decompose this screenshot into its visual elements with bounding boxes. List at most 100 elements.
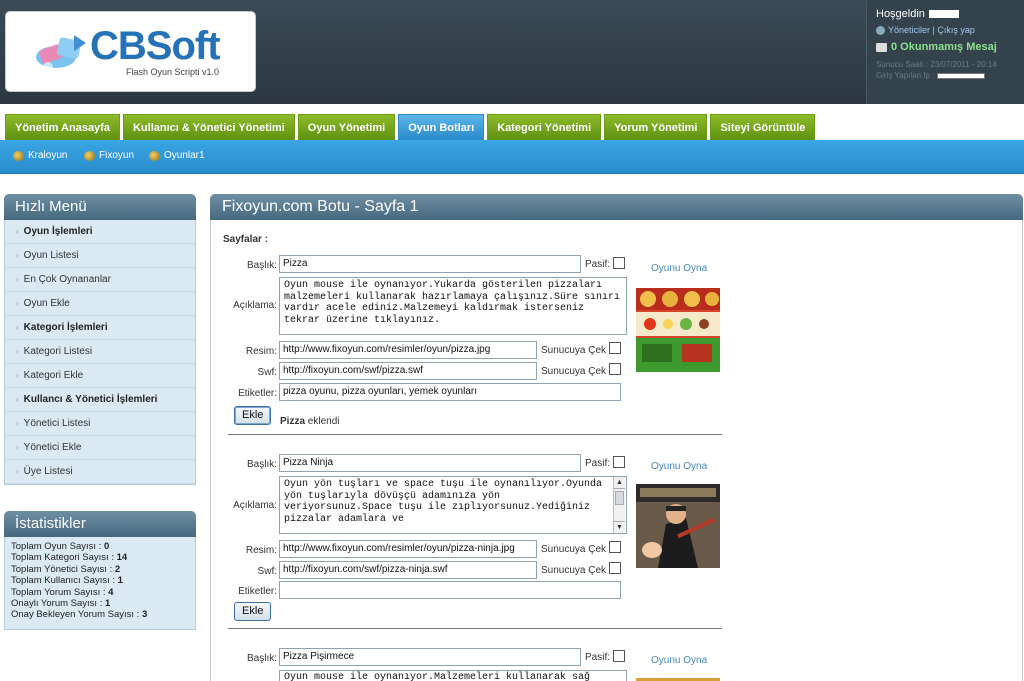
quick-menu-item-label[interactable]: Oyun İşlemleri — [24, 226, 93, 237]
title-input[interactable]: Pizza Ninja — [279, 454, 581, 472]
subnav-label[interactable]: Kraloyun — [28, 150, 67, 161]
quick-menu-item[interactable]: › Yönetici Listesi — [5, 412, 195, 436]
tab-2[interactable]: Oyun Yönetimi — [297, 114, 396, 141]
added-status: Pizza eklendi — [280, 416, 340, 427]
title-input[interactable]: Pizza Pişirmece — [279, 648, 581, 666]
desc-textarea[interactable]: Oyun mouse ile oynanıyor.Yukarda gösteri… — [279, 277, 627, 335]
bot-icon — [149, 150, 160, 161]
subnav-label[interactable]: Fixoyun — [99, 150, 134, 161]
logo-icon — [36, 35, 86, 72]
quick-menu-item[interactable]: › Kategori Ekle — [5, 364, 195, 388]
swf-url-input[interactable]: http://fixoyun.com/swf/pizza-ninja.swf — [279, 561, 537, 579]
image-url-input[interactable]: http://www.fixoyun.com/resimler/oyun/piz… — [279, 341, 537, 359]
quick-menu-item-label[interactable]: Kategori Ekle — [24, 370, 83, 381]
quick-menu-item[interactable]: › Oyun İşlemleri — [5, 220, 195, 244]
tab-3[interactable]: Oyun Botları — [398, 114, 485, 141]
server-time: Sunucu Saati : 23/07/2011 - 20:14 — [876, 60, 997, 70]
chevron-right-icon: › — [16, 371, 19, 380]
desc-scrollbar[interactable]: ▲ ▼ — [613, 477, 625, 533]
desc-textarea[interactable]: Oyun mouse ile oynanıyor.Malzemeleri kul… — [279, 670, 627, 681]
subnav-label[interactable]: Oyunlar1 — [164, 150, 205, 161]
admin-links-text[interactable]: Yöneticiler | Çıkış yap — [888, 25, 975, 35]
subnav-kraloyun[interactable]: Kraloyun — [13, 150, 67, 161]
fetch-image-checkbox[interactable] — [609, 541, 621, 553]
swf-url-input[interactable]: http://fixoyun.com/swf/pizza.swf — [279, 362, 537, 380]
stat-label: Toplam Oyun Sayısı : — [11, 541, 102, 552]
play-game-link[interactable]: Oyunu Oyna — [651, 461, 707, 472]
quick-menu-item[interactable]: › Oyun Ekle — [5, 292, 195, 316]
logo[interactable]: CBSoft Flash Oyun Scripti v1.0 — [5, 11, 256, 92]
quick-menu-item-label[interactable]: Üye Listesi — [24, 466, 73, 477]
title-label: Başlık: — [246, 459, 277, 470]
passive-checkbox[interactable] — [613, 456, 625, 468]
scroll-down-icon[interactable]: ▼ — [614, 521, 625, 533]
quick-menu-item-label[interactable]: Kategori İşlemleri — [24, 322, 108, 333]
title-input[interactable]: Pizza — [279, 255, 581, 273]
stat-label: Toplam Kullanıcı Sayısı : — [11, 575, 116, 587]
fetch-swf-checkbox[interactable] — [609, 363, 621, 375]
quick-menu-item[interactable]: › Yönetici Ekle — [5, 436, 195, 460]
quick-menu-item[interactable]: › Üye Listesi — [5, 460, 195, 484]
tab-6[interactable]: Siteyi Görüntüle — [710, 114, 816, 141]
admin-links[interactable]: Yöneticiler | Çıkış yap — [876, 25, 1024, 36]
unread-messages-text[interactable]: 0 Okunmamış Mesaj — [891, 41, 997, 53]
quick-menu-item-label[interactable]: Yönetici Ekle — [24, 442, 82, 453]
quick-menu-item-label[interactable]: Yönetici Listesi — [24, 418, 91, 429]
chevron-right-icon: › — [16, 395, 19, 404]
quick-menu-item[interactable]: › Kategori Listesi — [5, 340, 195, 364]
added-game-name: Pizza — [280, 416, 306, 427]
fetch-swf-checkbox[interactable] — [609, 562, 621, 574]
greeting: Hoşgeldin — [876, 8, 1024, 22]
scroll-thumb[interactable] — [615, 491, 624, 505]
tab-bar: Yönetim Anasayfa Kullanıcı & Yönetici Yön… — [0, 104, 1024, 141]
page-title: Fixoyun.com Botu - Sayfa 1 — [210, 194, 1023, 220]
tab-1[interactable]: Kullanıcı & Yönetici Yönetimi — [122, 114, 295, 141]
header: CBSoft Flash Oyun Scripti v1.0 Hoşgeldin… — [0, 0, 1024, 104]
chevron-right-icon: › — [16, 467, 19, 476]
title-label: Başlık: — [246, 653, 277, 664]
tab-0[interactable]: Yönetim Anasayfa — [5, 114, 120, 141]
desc-label: Açıklama: — [233, 300, 277, 311]
quick-menu-item-label[interactable]: Kategori Listesi — [24, 346, 92, 357]
inbox-icon — [876, 42, 887, 52]
stats-panel: İstatistikler Toplam Oyun Sayısı : 0 Topl… — [4, 511, 196, 630]
stat-row: Toplam Kategori Sayısı : 14 — [11, 552, 189, 563]
subnav-oyunlar1[interactable]: Oyunlar1 — [149, 150, 205, 161]
quick-menu-item-label[interactable]: En Çok Oynananlar — [24, 274, 111, 285]
image-url-input[interactable]: http://www.fixoyun.com/resimler/oyun/piz… — [279, 540, 537, 558]
stat-value: 14 — [116, 552, 128, 564]
scroll-up-icon[interactable]: ▲ — [614, 477, 625, 489]
play-game-link[interactable]: Oyunu Oyna — [651, 263, 707, 274]
quick-menu-item-label[interactable]: Oyun Ekle — [24, 298, 70, 309]
tab-5[interactable]: Yorum Yönetimi — [604, 114, 708, 141]
main-tabs: Yönetim Anasayfa Kullanıcı & Yönetici Yön… — [5, 114, 816, 141]
unread-messages[interactable]: 0 Okunmamış Mesaj — [876, 41, 1024, 53]
tags-input[interactable]: pizza oyunu, pizza oyunları, yemek oyunl… — [279, 383, 621, 401]
login-ip: Giriş Yapılan Ip : — [876, 70, 1024, 81]
subnav-fixoyun[interactable]: Fixoyun — [84, 150, 134, 161]
stats-list: Toplam Oyun Sayısı : 0 Toplam Kategori Sa… — [4, 537, 196, 630]
quick-menu-item-label[interactable]: Kullancı & Yönetici İşlemleri — [24, 394, 158, 405]
passive-checkbox[interactable] — [613, 257, 625, 269]
quick-menu-item[interactable]: › En Çok Oynananlar — [5, 268, 195, 292]
add-button[interactable]: Ekle — [234, 602, 272, 621]
chevron-right-icon: › — [16, 347, 19, 356]
tags-input[interactable] — [279, 581, 621, 599]
quick-menu-item[interactable]: › Oyun Listesi — [5, 244, 195, 268]
tab-4[interactable]: Kategori Yönetimi — [487, 114, 602, 141]
fetch-image-checkbox[interactable] — [609, 342, 621, 354]
quick-menu-item-label[interactable]: Oyun Listesi — [24, 250, 79, 261]
quick-menu-item[interactable]: › Kategori İşlemleri — [5, 316, 195, 340]
fetch-label: Sunucuya Çek — [541, 345, 607, 356]
image-label: Resim: — [245, 545, 277, 556]
quick-menu-item[interactable]: › Kullancı & Yönetici İşlemleri — [5, 388, 195, 412]
desc-textarea[interactable]: Oyun yön tuşları ve space tuşu ile oynan… — [279, 476, 627, 534]
quick-menu: › Oyun İşlemleri › Oyun Listesi › En Çok Oyna… — [4, 220, 196, 485]
title-label: Başlık: — [246, 260, 277, 271]
add-button[interactable]: Ekle — [234, 406, 272, 425]
chevron-right-icon: › — [16, 227, 19, 236]
play-game-link[interactable]: Oyunu Oyna — [651, 655, 707, 666]
stat-row: Onaylı Yorum Sayısı : 1 — [11, 598, 189, 609]
passive-checkbox[interactable] — [613, 650, 625, 662]
bot-icon — [13, 150, 24, 161]
